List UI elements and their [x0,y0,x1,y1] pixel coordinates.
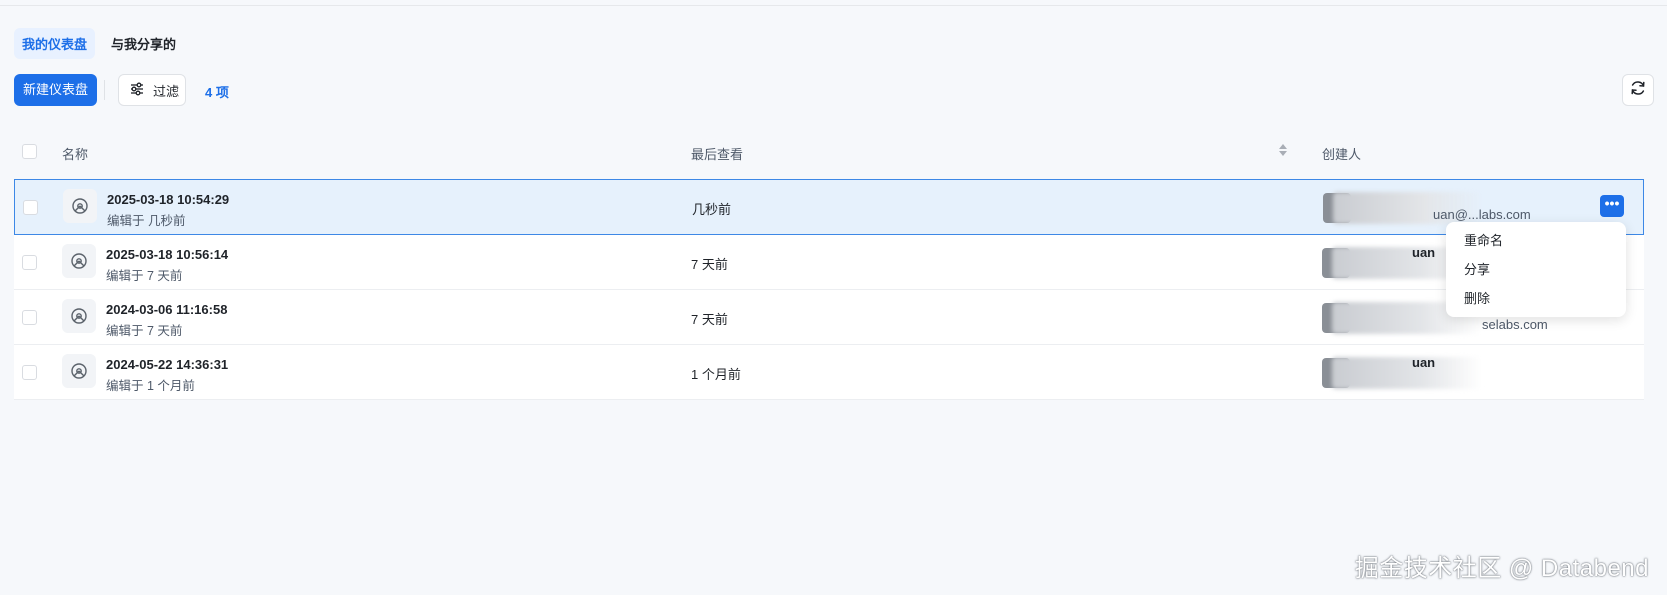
row-checkbox[interactable] [23,200,38,215]
dashboard-edited: 编辑于 7 天前 [106,324,183,338]
creator-email: selabs.com [1482,317,1548,332]
dashboard-table: 2025-03-18 10:54:29 编辑于 几秒前 几秒前 uan@...l… [14,179,1644,400]
row-checkbox[interactable] [22,365,37,380]
last-viewed: 几秒前 [692,202,732,217]
creator-email: uan@...labs.com [1433,207,1531,222]
more-actions-button[interactable]: ••• [1600,195,1624,217]
dashboard-icon [62,354,96,388]
dashboard-icon [63,189,97,223]
dashboard-name[interactable]: 2025-03-18 10:54:29 [107,192,229,207]
dashboard-edited: 编辑于 几秒前 [107,214,186,228]
toolbar: 新建仪表盘 过滤 4 项 [14,74,1654,106]
menu-item-rename[interactable]: 重命名 [1446,226,1626,255]
dashboard-icon [62,244,96,278]
tab-my-dashboards[interactable]: 我的仪表盘 [14,28,96,59]
watermark: 掘金技术社区 @ Databend [1354,555,1649,582]
filter-button[interactable]: 过滤 [118,74,186,106]
dashboard-name[interactable]: 2024-03-06 11:16:58 [106,302,227,317]
redacted-creator [1332,357,1482,389]
dashboard-edited: 编辑于 1 个月前 [106,379,195,393]
top-divider [0,5,1667,6]
table-row[interactable]: 2024-05-22 14:36:31 编辑于 1 个月前 1 个月前 uan [14,345,1644,400]
tab-shared-with-me[interactable]: 与我分享的 [103,28,184,59]
table-row[interactable]: 2025-03-18 10:56:14 编辑于 7 天前 7 天前 uan [14,235,1644,290]
item-count: 4 项 [205,85,229,100]
filter-icon [129,81,145,100]
last-viewed: 1 个月前 [691,367,741,382]
table-header: 名称 最后查看 创建人 [14,138,1644,166]
refresh-icon [1629,79,1647,102]
row-checkbox[interactable] [22,310,37,325]
creator-name: uan [1412,355,1436,370]
dashboard-edited: 编辑于 7 天前 [106,269,183,283]
table-row[interactable]: 2025-03-18 10:54:29 编辑于 几秒前 几秒前 uan@...l… [14,179,1644,235]
creator: uan@...labs.com [1323,190,1573,226]
row-context-menu: 重命名 分享 删除 [1446,222,1626,317]
sort-icon[interactable] [1278,142,1288,161]
toolbar-divider [104,80,105,100]
last-viewed: 7 天前 [691,312,728,327]
dashboard-name[interactable]: 2025-03-18 10:56:14 [106,247,228,262]
creator: uan [1322,355,1572,391]
row-checkbox[interactable] [22,255,37,270]
last-viewed: 7 天前 [691,257,728,272]
column-last-viewed-header[interactable]: 最后查看 [691,144,743,163]
dashboard-tabs: 我的仪表盘 与我分享的 [14,28,184,59]
table-row[interactable]: 2024-03-06 11:16:58 编辑于 7 天前 7 天前 selabs… [14,290,1644,345]
creator-name: uan [1412,245,1436,260]
menu-item-delete[interactable]: 删除 [1446,284,1626,313]
new-dashboard-button[interactable]: 新建仪表盘 [14,74,98,106]
dashboard-name[interactable]: 2024-05-22 14:36:31 [106,357,228,372]
dashboard-icon [62,299,96,333]
column-creator-header: 创建人 [1322,147,1362,162]
filter-label: 过滤 [153,83,180,99]
menu-item-share[interactable]: 分享 [1446,255,1626,284]
refresh-button[interactable] [1622,74,1654,106]
column-name-header: 名称 [62,147,89,162]
select-all-checkbox[interactable] [22,144,37,159]
